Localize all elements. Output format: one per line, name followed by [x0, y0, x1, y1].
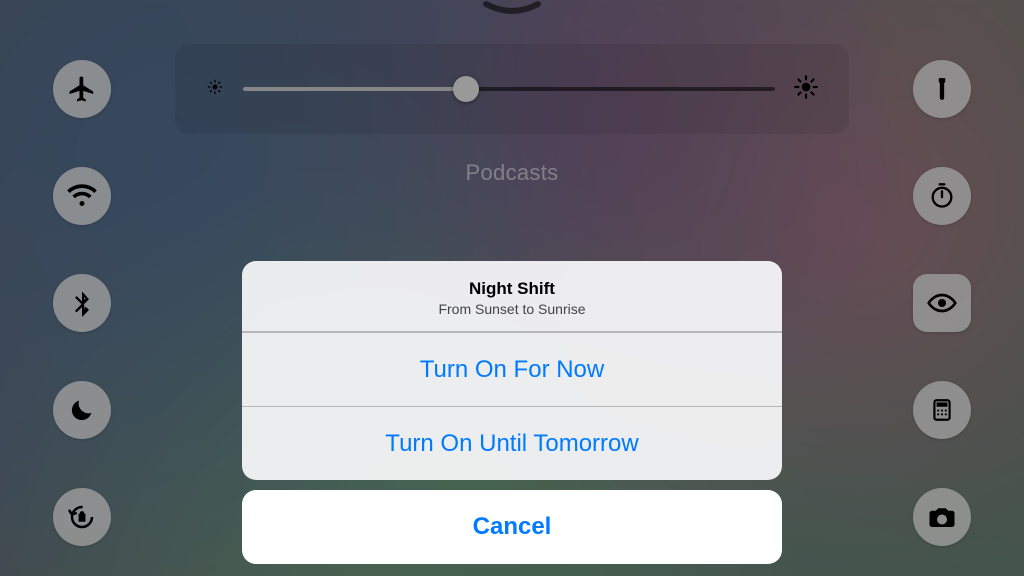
action-sheet-group: Night Shift From Sunset to Sunrise Turn … — [242, 261, 782, 480]
action-sheet-subtitle: From Sunset to Sunrise — [262, 301, 762, 317]
action-sheet-header: Night Shift From Sunset to Sunrise — [242, 261, 782, 332]
turn-on-until-tomorrow-option[interactable]: Turn On Until Tomorrow — [242, 406, 782, 480]
night-shift-action-sheet: Night Shift From Sunset to Sunrise Turn … — [242, 261, 782, 564]
cancel-button[interactable]: Cancel — [242, 490, 782, 564]
action-sheet-title: Night Shift — [262, 279, 762, 299]
turn-on-for-now-option[interactable]: Turn On For Now — [242, 332, 782, 406]
